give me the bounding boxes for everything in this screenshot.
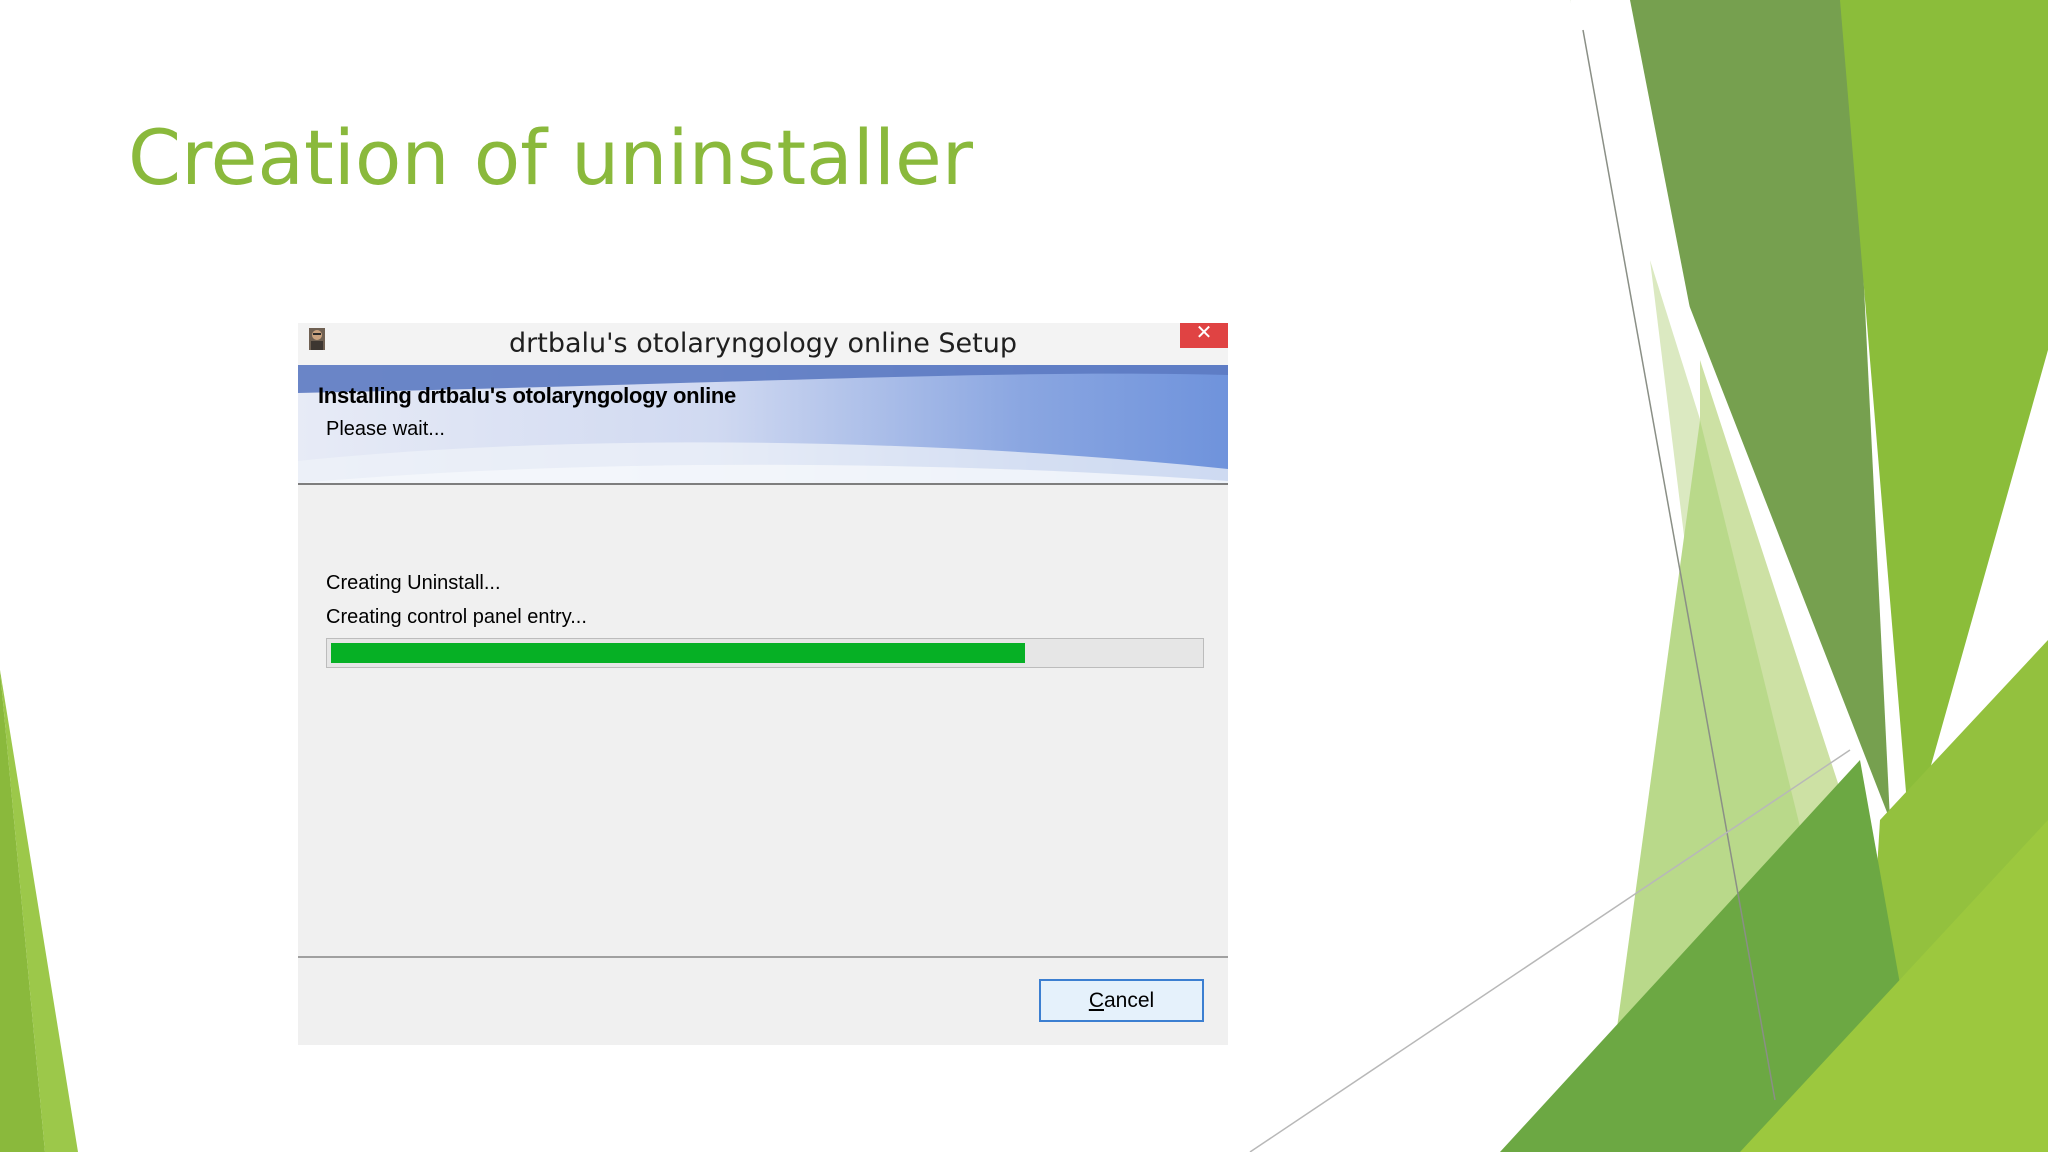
progress-bar	[326, 638, 1204, 668]
cancel-button[interactable]: Cancel	[1039, 979, 1204, 1022]
footer-divider	[298, 956, 1228, 958]
banner-subtitle: Please wait...	[326, 418, 445, 440]
window-title: drtbalu's otolaryngology online Setup	[509, 328, 1017, 359]
cancel-label: ancel	[1103, 989, 1155, 1012]
header-banner: Installing drtbalu's otolaryngology onli…	[298, 365, 1228, 485]
banner-heading: Installing drtbalu's otolaryngology onli…	[318, 383, 736, 408]
progress-fill	[331, 643, 1025, 663]
slide-title: Creation of uninstaller	[128, 113, 973, 202]
status-line: Creating Uninstall...	[326, 572, 501, 594]
title-bar[interactable]: drtbalu's otolaryngology online Setup ✕	[298, 320, 1228, 365]
cancel-mnemonic: C	[1088, 989, 1104, 1012]
close-icon: ✕	[1195, 320, 1213, 344]
close-button[interactable]: ✕	[1180, 320, 1228, 348]
setup-dialog: drtbalu's otolaryngology online Setup ✕ …	[298, 320, 1228, 1045]
status-detail-line: Creating control panel entry...	[326, 606, 587, 628]
